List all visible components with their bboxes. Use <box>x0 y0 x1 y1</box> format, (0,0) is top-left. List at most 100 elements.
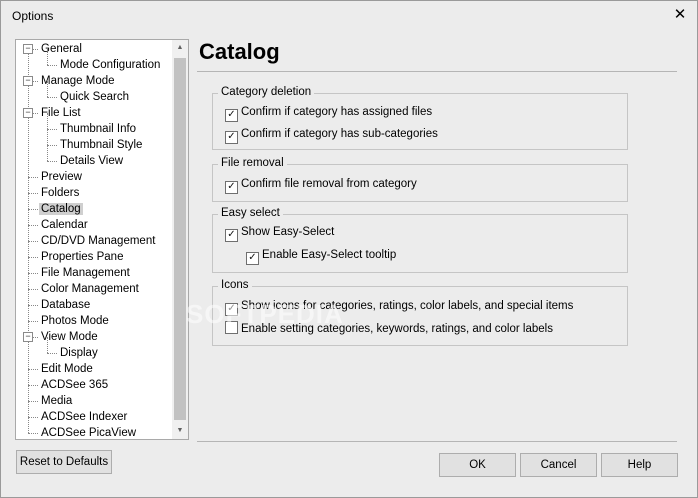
checkbox-box[interactable]: ✓ <box>246 252 259 265</box>
close-icon[interactable]: ✕ <box>671 5 689 25</box>
tree-item-label: Edit Mode <box>41 363 93 375</box>
tree-connector <box>28 401 38 402</box>
tree-item[interactable]: Folders <box>41 185 79 201</box>
tree-connector <box>28 177 38 178</box>
reset-to-defaults-button[interactable]: Reset to Defaults <box>16 450 112 474</box>
tree-item-label: ACDSee PicaView <box>41 427 137 439</box>
tree-item[interactable]: Details View <box>60 153 123 169</box>
tree-item[interactable]: Database <box>41 297 90 313</box>
tree-item-label: Preview <box>41 171 82 183</box>
tree-item-label: ACDSee Indexer <box>41 411 128 423</box>
tree-item-label: Mode Configuration <box>60 59 161 71</box>
page-title: Catalog <box>199 39 280 64</box>
checkbox-box[interactable]: ✓ <box>225 181 238 194</box>
group-category-deletion: Category deletion ✓ Confirm if category h… <box>212 86 628 150</box>
tree-item[interactable]: Color Management <box>41 281 139 297</box>
tree-item[interactable]: Quick Search <box>60 89 129 105</box>
tree-item[interactable]: Manage Mode <box>41 73 115 89</box>
checkbox-box[interactable]: ✓ <box>225 131 238 144</box>
tree-connector <box>28 257 38 258</box>
tree-item[interactable]: ACDSee 365 <box>41 377 108 393</box>
tree-item[interactable]: ACDSee Indexer <box>41 409 127 425</box>
tree-connector <box>28 321 38 322</box>
easy-select-tooltip-checkbox[interactable]: ✓ Enable Easy-Select tooltip <box>246 247 397 265</box>
tree-connector <box>28 433 38 434</box>
tree-connector <box>28 417 38 418</box>
tree-scrollbar[interactable]: ▲ ▼ <box>172 40 188 439</box>
show-easy-select-checkbox[interactable]: ✓ Show Easy-Select <box>225 224 335 242</box>
watermark: SOFTPEDIA <box>186 299 344 329</box>
tree-connector <box>28 305 38 306</box>
tree-item[interactable]: Photos Mode <box>41 313 109 329</box>
tree-connector <box>47 337 48 353</box>
checkbox-label: Show Easy-Select <box>241 226 335 238</box>
confirm-file-removal-checkbox[interactable]: ✓ Confirm file removal from category <box>225 176 417 194</box>
tree-item[interactable]: CD/DVD Management <box>41 233 155 249</box>
cancel-button[interactable]: Cancel <box>520 453 597 477</box>
tree-connector <box>28 385 38 386</box>
tree-item[interactable]: Edit Mode <box>41 361 93 377</box>
options-tree[interactable]: − General Mode Configuration − Manage Mode Qu… <box>15 39 189 440</box>
tree-connector <box>47 65 57 66</box>
tree-item[interactable]: Thumbnail Info <box>60 121 136 137</box>
tree-item[interactable]: Display <box>60 345 98 361</box>
tree-item[interactable]: Calendar <box>41 217 88 233</box>
tree-item-label: Catalog <box>39 203 83 215</box>
ok-button[interactable]: OK <box>439 453 516 477</box>
tree-item[interactable]: ACDSee PicaView <box>41 425 137 439</box>
tree-item-label: CD/DVD Management <box>41 235 156 247</box>
tree-item-label: Media <box>41 395 73 407</box>
tree-item-label: Display <box>60 347 98 359</box>
tree-item[interactable]: Mode Configuration <box>60 57 160 73</box>
scroll-down-icon[interactable]: ▼ <box>172 423 188 439</box>
tree-connector <box>28 273 38 274</box>
tree-item-label: View Mode <box>41 331 98 343</box>
checkbox-box[interactable]: ✓ <box>225 229 238 242</box>
tree-connector <box>47 145 48 161</box>
tree-connector <box>47 353 57 354</box>
tree-connector <box>47 161 57 162</box>
tree-connector <box>28 241 38 242</box>
checkbox-label: Enable Easy-Select tooltip <box>262 249 397 261</box>
tree-connector <box>28 369 38 370</box>
tree-item[interactable]: Properties Pane <box>41 249 123 265</box>
group-file-removal: File removal ✓ Confirm file removal from … <box>212 157 628 202</box>
tree-item-label: Details View <box>60 155 124 167</box>
tree-connector <box>47 113 48 129</box>
confirm-assigned-files-checkbox[interactable]: ✓ Confirm if category has assigned files <box>225 104 432 122</box>
options-window: Options ✕ − General Mode Configuration − Man… <box>0 0 698 498</box>
tree-connector <box>28 193 38 194</box>
help-button[interactable]: Help <box>601 453 678 477</box>
group-easy-select: Easy select ✓ Show Easy-Select ✓ Enable Ea… <box>212 207 628 273</box>
window-title: Options <box>12 9 54 23</box>
tree-item[interactable]: Preview <box>41 169 82 185</box>
scroll-up-icon[interactable]: ▲ <box>172 40 188 56</box>
tree-item[interactable]: Media <box>41 393 72 409</box>
group-title: Icons <box>218 279 252 291</box>
scroll-thumb[interactable] <box>174 58 186 420</box>
footer-divider <box>197 441 677 442</box>
collapse-icon[interactable]: − <box>23 108 33 118</box>
tree-item-label: Folders <box>41 187 80 199</box>
collapse-icon[interactable]: − <box>23 332 33 342</box>
tree-item-label: ACDSee 365 <box>41 379 109 391</box>
tree-item-label: Quick Search <box>60 91 130 103</box>
group-title: Easy select <box>218 207 283 219</box>
title-bar: Options ✕ <box>1 1 697 31</box>
tree-item-label: Calendar <box>41 219 88 231</box>
tree-connector <box>47 49 48 65</box>
tree-item[interactable]: Catalog <box>39 201 83 217</box>
tree-item-label: Manage Mode <box>41 75 115 87</box>
tree-item[interactable]: Thumbnail Style <box>60 137 142 153</box>
tree-connector <box>28 209 38 210</box>
confirm-subcategories-checkbox[interactable]: ✓ Confirm if category has sub-categories <box>225 126 438 144</box>
tree-item[interactable]: View Mode <box>41 329 98 345</box>
checkbox-box[interactable]: ✓ <box>225 109 238 122</box>
tree-item[interactable]: File Management <box>41 265 130 281</box>
tree-items: − General Mode Configuration − Manage Mode Qu… <box>16 40 171 439</box>
tree-connector <box>47 145 57 146</box>
collapse-icon[interactable]: − <box>23 44 33 54</box>
collapse-icon[interactable]: − <box>23 76 33 86</box>
tree-item-label: Database <box>41 299 91 311</box>
tree-connector <box>47 129 48 145</box>
